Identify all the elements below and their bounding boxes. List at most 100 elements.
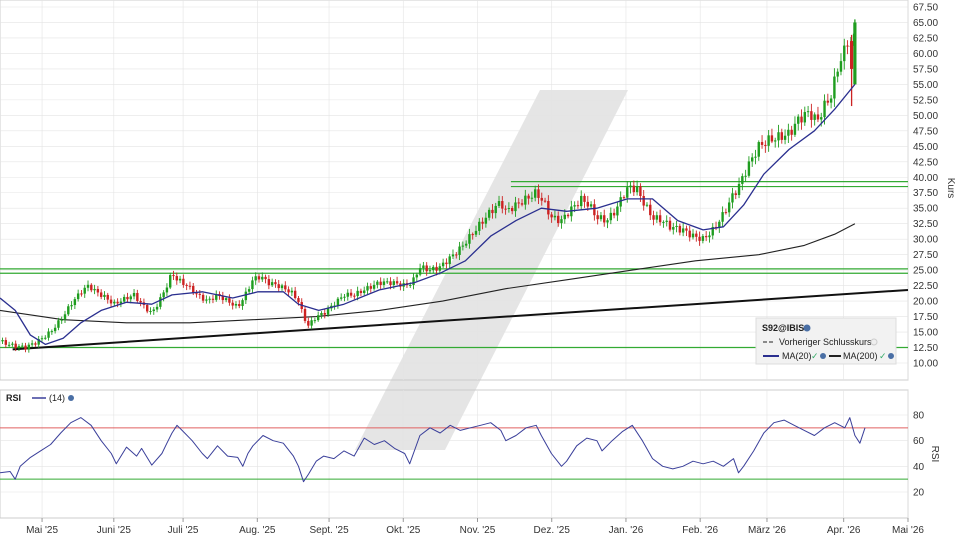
eye-icon[interactable] xyxy=(870,338,878,346)
candle-body xyxy=(129,296,132,300)
candle-body xyxy=(616,206,619,216)
checkmark-icon[interactable]: ✓ xyxy=(879,351,887,361)
candle-body xyxy=(86,284,90,288)
candle-body xyxy=(435,266,438,271)
candle-body xyxy=(162,292,165,298)
candle-body xyxy=(672,227,675,230)
y-tick-label: 25.00 xyxy=(913,266,938,277)
x-tick-label: Dez. '25 xyxy=(534,525,571,536)
candle-body xyxy=(750,157,754,162)
candle-body xyxy=(524,195,527,205)
candle-body xyxy=(685,228,688,231)
candle-body xyxy=(11,343,14,345)
candle-body xyxy=(793,123,797,135)
x-tick-label: Juni '25 xyxy=(97,525,132,536)
candle-body xyxy=(678,225,682,233)
candle-body xyxy=(813,114,816,120)
candle-body xyxy=(425,265,428,272)
candle-body xyxy=(90,284,93,291)
y-tick-label: 10.00 xyxy=(913,359,938,370)
candle-body xyxy=(474,230,478,235)
candle-body xyxy=(241,300,244,307)
candle-body xyxy=(17,346,21,349)
candle-body xyxy=(103,294,106,297)
y-tick-label: 47.50 xyxy=(913,126,938,137)
candle-body xyxy=(836,71,839,77)
candle-body xyxy=(303,309,307,321)
candle-body xyxy=(376,281,379,285)
candle-body xyxy=(132,292,136,297)
checkmark-icon[interactable]: ✓ xyxy=(811,351,819,361)
candle-body xyxy=(760,142,764,145)
candle-body xyxy=(57,320,60,328)
candle-body xyxy=(547,200,550,215)
y-tick-label: 12.50 xyxy=(913,343,938,354)
candle-body xyxy=(80,293,83,295)
x-tick-label: Jan. '26 xyxy=(609,525,644,536)
candle-body xyxy=(688,230,691,238)
candle-body xyxy=(178,278,182,281)
candle-body xyxy=(201,294,205,301)
candle-body xyxy=(76,293,80,300)
candle-body xyxy=(349,292,353,296)
candle-body xyxy=(803,112,807,123)
candle-body xyxy=(629,185,632,188)
candle-body xyxy=(724,212,728,214)
y-tick-label: 20.00 xyxy=(913,297,938,308)
candle-body xyxy=(372,284,376,289)
x-tick-label: Feb. '26 xyxy=(682,525,718,536)
candle-body xyxy=(264,276,267,280)
candle-body xyxy=(44,337,47,339)
candle-body xyxy=(386,281,389,283)
y-tick-label: 32.50 xyxy=(913,219,938,230)
candle-body xyxy=(849,41,854,69)
candle-body xyxy=(675,225,678,228)
candle-body xyxy=(632,185,636,193)
candle-body xyxy=(165,287,169,293)
gear-icon[interactable] xyxy=(820,353,826,359)
x-tick-label: Aug. '25 xyxy=(239,525,276,536)
y-tick-label: 37.50 xyxy=(913,188,938,199)
gear-icon[interactable] xyxy=(888,353,894,359)
rsi-y-tick-label: 40 xyxy=(913,462,925,473)
x-tick-label: Mai '25 xyxy=(26,525,58,536)
candle-body xyxy=(316,315,320,321)
candle-body xyxy=(494,205,497,214)
candle-body xyxy=(93,288,96,291)
y-tick-label: 57.50 xyxy=(913,64,938,75)
candle-body xyxy=(533,189,537,198)
candle-body xyxy=(172,275,175,277)
candle-body xyxy=(106,294,109,300)
candle-body xyxy=(553,215,557,218)
candle-body xyxy=(468,234,471,244)
candle-body xyxy=(816,114,820,120)
candle-body xyxy=(455,254,458,256)
y-tick-label: 42.50 xyxy=(913,157,938,168)
candle-body xyxy=(609,212,613,221)
candle-body xyxy=(530,197,534,199)
gear-icon[interactable] xyxy=(803,324,811,332)
candle-body xyxy=(326,308,330,315)
candle-body xyxy=(261,276,264,280)
candle-body xyxy=(366,286,369,291)
candle-body xyxy=(517,202,520,204)
candle-body xyxy=(747,161,751,176)
candle-body xyxy=(520,203,524,205)
candle-body xyxy=(70,305,73,307)
candle-body xyxy=(770,135,774,142)
x-tick-label: Sept. '25 xyxy=(309,525,349,536)
candle-body xyxy=(599,215,603,220)
y-tick-label: 52.50 xyxy=(913,95,938,106)
candle-body xyxy=(284,285,287,290)
candle-body xyxy=(244,291,248,301)
candle-body xyxy=(504,208,507,210)
y-tick-label: 35.00 xyxy=(913,204,938,215)
candle-body xyxy=(464,243,468,246)
candle-body xyxy=(422,265,425,269)
candle-body xyxy=(185,284,188,286)
gear-icon[interactable] xyxy=(68,395,74,401)
candle-body xyxy=(109,299,113,304)
x-tick-label: Nov. '25 xyxy=(460,525,496,536)
candle-body xyxy=(826,100,830,103)
candle-body xyxy=(149,311,152,313)
